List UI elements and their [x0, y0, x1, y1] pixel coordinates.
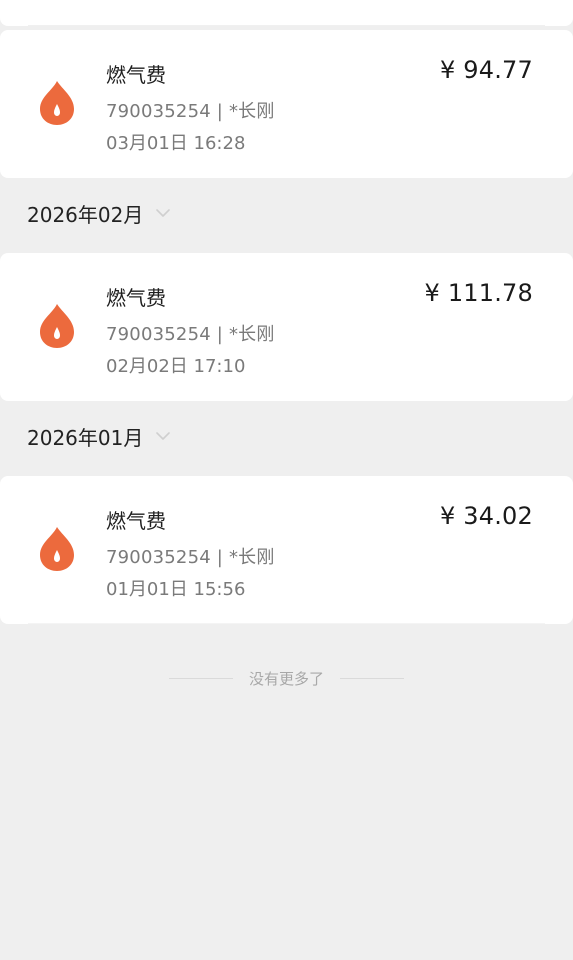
record-account: 790035254 | *长刚	[106, 324, 275, 345]
record-title: 燃气费	[106, 63, 166, 87]
flame-icon	[40, 81, 74, 125]
month-selector-2026-01[interactable]: 2026年01月	[27, 421, 171, 451]
chevron-down-icon	[156, 432, 171, 440]
flame-icon	[40, 527, 74, 571]
flame-icon	[40, 304, 74, 348]
previous-card-edge	[0, 0, 573, 26]
payment-record-card[interactable]: 燃气费 790035254 | *长刚 03月01日 16:28 ¥ 94.77	[0, 30, 573, 178]
record-title: 燃气费	[106, 509, 166, 533]
record-amount: ¥ 94.77	[439, 56, 533, 84]
end-of-list-indicator: 没有更多了	[0, 666, 573, 690]
month-selector-2026-02[interactable]: 2026年02月	[27, 198, 171, 228]
record-title: 燃气费	[106, 286, 166, 310]
record-amount: ¥ 34.02	[439, 502, 533, 530]
payment-record-card[interactable]: 燃气费 790035254 | *长刚 01月01日 15:56 ¥ 34.02	[0, 476, 573, 624]
card-divider	[28, 623, 545, 624]
record-date: 03月01日 16:28	[106, 133, 246, 154]
no-more-text: 没有更多了	[248, 669, 324, 688]
month-label: 2026年01月	[27, 425, 144, 450]
record-date: 01月01日 15:56	[106, 579, 246, 600]
divider-line-right	[340, 677, 404, 679]
record-amount: ¥ 111.78	[424, 279, 533, 307]
record-account: 790035254 | *长刚	[106, 547, 275, 568]
payment-record-card[interactable]: 燃气费 790035254 | *长刚 02月02日 17:10 ¥ 111.7…	[0, 253, 573, 401]
month-label: 2026年02月	[27, 202, 144, 227]
chevron-down-icon	[156, 209, 171, 217]
divider-line-left	[168, 677, 233, 679]
record-account: 790035254 | *长刚	[106, 101, 275, 122]
record-date: 02月02日 17:10	[106, 356, 246, 377]
